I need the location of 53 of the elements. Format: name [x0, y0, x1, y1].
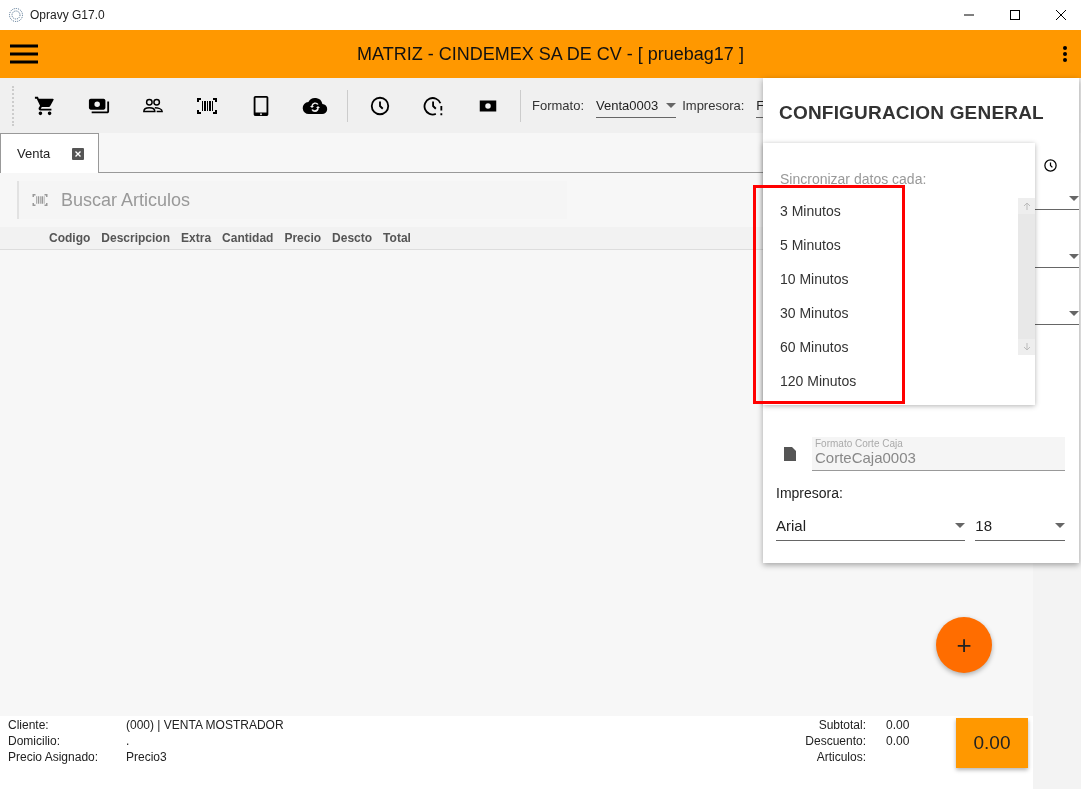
caret-icon — [955, 523, 966, 528]
font-select[interactable]: Arial — [776, 513, 966, 541]
column-header[interactable]: Total — [383, 231, 411, 245]
menu-item[interactable]: 120 Minutos — [780, 371, 857, 391]
search-field[interactable]: Buscar Articulos — [61, 181, 567, 219]
add-button[interactable]: + — [936, 617, 992, 673]
column-header[interactable]: Precio — [284, 231, 322, 245]
info-value: Precio3 — [126, 750, 168, 764]
menu-item[interactable]: 30 Minutos — [780, 303, 849, 323]
clock-icon — [1043, 158, 1058, 173]
total-label: Descuento: — [805, 734, 866, 748]
menu-icon[interactable] — [10, 44, 38, 64]
caret-icon — [1055, 523, 1065, 528]
info-label: Domicilio: — [8, 734, 61, 748]
menu-item[interactable]: 60 Minutos — [780, 337, 849, 357]
info-label: Precio Asignado: — [8, 750, 100, 764]
tab[interactable]: Venta — [0, 133, 100, 173]
column-header[interactable]: Codigo — [49, 231, 91, 245]
total-display: 0.00 — [956, 718, 1028, 768]
caret-icon — [1069, 310, 1079, 316]
close-icon[interactable] — [1055, 9, 1067, 21]
barcode-icon — [31, 191, 49, 209]
info-value: . — [126, 734, 131, 748]
maximize-icon[interactable] — [1009, 9, 1021, 21]
app-logo-icon — [8, 7, 24, 23]
format-label: Formato: — [532, 98, 584, 113]
window-title: Opravy G17.0 — [30, 8, 106, 22]
menu-item[interactable]: 5 Minutos — [780, 235, 841, 255]
column-header[interactable]: Cantidad — [222, 231, 274, 245]
total-label: Subtotal: — [817, 718, 866, 732]
more-icon[interactable] — [1063, 46, 1067, 62]
menu-item[interactable]: 10 Minutos — [780, 269, 849, 289]
caret-icon — [666, 102, 677, 108]
info-value: (000) | VENTA MOSTRADOR — [126, 718, 285, 732]
menu-item[interactable]: 3 Minutos — [780, 201, 841, 221]
total-value: 0.00 — [886, 718, 911, 732]
close-tab-icon[interactable] — [72, 147, 85, 160]
info-label: Cliente: — [8, 718, 50, 732]
total-label: Articulos: — [815, 750, 866, 764]
total-value: 0.00 — [886, 734, 911, 748]
dropdown-label: Sincronizar datos cada: — [780, 171, 928, 187]
document-icon — [784, 447, 796, 461]
caret-icon — [1069, 195, 1079, 201]
printer-label: Impresora: — [682, 98, 745, 113]
column-header[interactable]: Extra — [181, 231, 212, 245]
size-select[interactable]: 18 — [975, 513, 1065, 541]
format-select[interactable]: Venta0003 — [596, 93, 677, 118]
panel-title: CONFIGURACION GENERAL — [779, 102, 1045, 124]
printer-label: Impresora: — [776, 485, 844, 501]
column-header[interactable]: Descripcion — [101, 231, 171, 245]
header-title: MATRIZ - CINDEMEX SA DE CV - [ pruebag17 ] — [356, 43, 745, 65]
column-header[interactable]: Descto — [332, 231, 373, 245]
caret-icon — [1069, 253, 1079, 259]
